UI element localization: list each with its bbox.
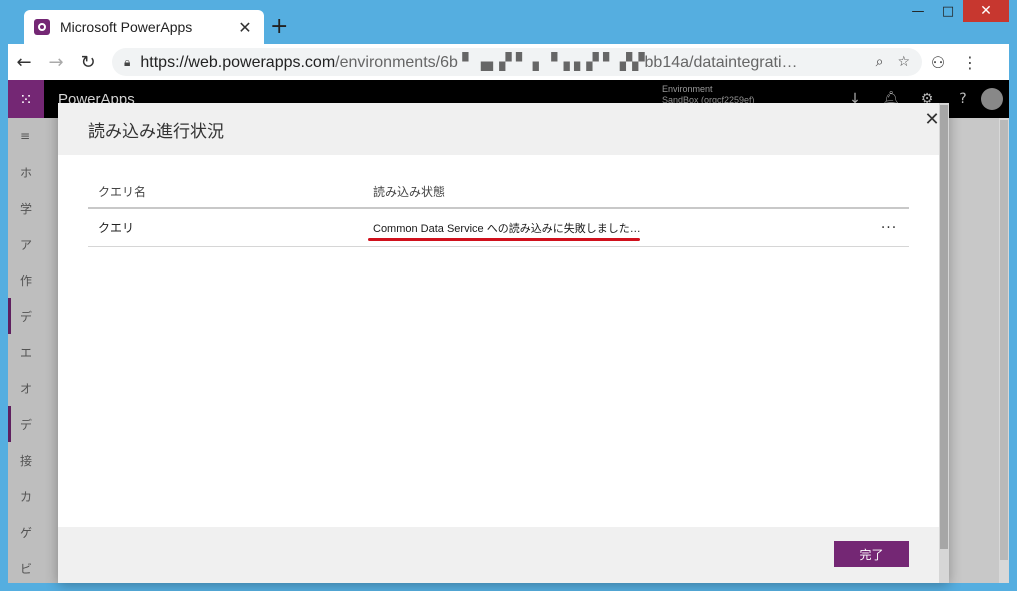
page-scrollbar[interactable]	[999, 118, 1009, 583]
incognito-icon[interactable]: ⚇	[922, 53, 954, 72]
back-button[interactable]: ←	[8, 46, 40, 78]
dialog-title: 読み込み進行状況	[88, 121, 224, 142]
dialog-scrollbar[interactable]	[939, 103, 949, 583]
url-host: https://web.powerapps.com	[140, 54, 336, 71]
forward-button[interactable]: →	[40, 46, 72, 78]
user-avatar[interactable]	[981, 88, 1003, 110]
browser-tab[interactable]: Microsoft PowerApps ✕	[24, 10, 264, 44]
browser-menu-icon[interactable]: ⋮	[954, 53, 986, 72]
table-header: クエリ名 読み込み状態	[88, 175, 909, 209]
address-bar[interactable]: 🔒︎ https://web.powerapps.com/environment…	[112, 48, 922, 76]
app-launcher-icon[interactable]: ⁙	[8, 80, 44, 118]
browser-toolbar: ← → ↻ 🔒︎ https://web.powerapps.com/envir…	[8, 44, 1009, 80]
environment-label: Environment	[662, 84, 713, 94]
window-controls: — □ ✕	[903, 0, 1009, 22]
error-highlight-underline	[368, 237, 640, 241]
help-icon[interactable]: ?	[945, 91, 981, 107]
browser-window: Microsoft PowerApps ✕ + — □ ✕ ← → ↻ 🔒︎ h…	[0, 0, 1017, 591]
bookmark-star-icon[interactable]: ☆	[897, 54, 910, 70]
query-status-table: クエリ名 読み込み状態 クエリ Common Data Service への読み…	[88, 175, 909, 247]
powerapps-favicon-icon	[34, 19, 50, 35]
tab-close-icon[interactable]: ✕	[236, 18, 254, 37]
dialog-header: 読み込み進行状況	[58, 103, 949, 155]
maximize-button[interactable]: □	[933, 0, 963, 22]
column-header-load-status: 読み込み状態	[373, 184, 446, 199]
reload-button[interactable]: ↻	[72, 46, 104, 78]
url-path: /environments/6b ▘▗▖▞ ▘ ▖▝▗ ▖▞ ▘ ▞▞bb14a…	[335, 54, 798, 71]
new-tab-button[interactable]: +	[270, 14, 288, 39]
query-name-cell: クエリ	[98, 221, 135, 235]
page-scrollbar-thumb[interactable]	[1000, 120, 1008, 560]
table-row[interactable]: クエリ Common Data Service への読み込みに失敗しました… ·…	[88, 209, 909, 247]
done-button[interactable]: 完了	[834, 541, 909, 567]
window-close-button[interactable]: ✕	[963, 0, 1009, 22]
dialog-footer: 完了	[58, 527, 949, 583]
column-header-query-name: クエリ名	[98, 184, 147, 199]
load-status-cell[interactable]: Common Data Service への読み込みに失敗しました…	[362, 220, 869, 241]
load-progress-dialog: 読み込み進行状況 ✕ クエリ名 読み込み状態 クエリ Common Data S…	[58, 103, 949, 583]
tab-title: Microsoft PowerApps	[60, 19, 193, 35]
lock-icon: 🔒︎	[124, 54, 131, 69]
more-options-icon[interactable]: ···	[869, 220, 909, 236]
tab-strip: Microsoft PowerApps ✕ + — □ ✕	[8, 0, 1009, 44]
zoom-icon[interactable]: ⌕	[876, 54, 884, 70]
load-status-text[interactable]: Common Data Service への読み込みに失敗しました…	[373, 223, 641, 235]
minimize-button[interactable]: —	[903, 0, 933, 22]
dialog-scrollbar-thumb[interactable]	[940, 105, 948, 549]
url-text: https://web.powerapps.com/environments/6…	[140, 52, 861, 72]
